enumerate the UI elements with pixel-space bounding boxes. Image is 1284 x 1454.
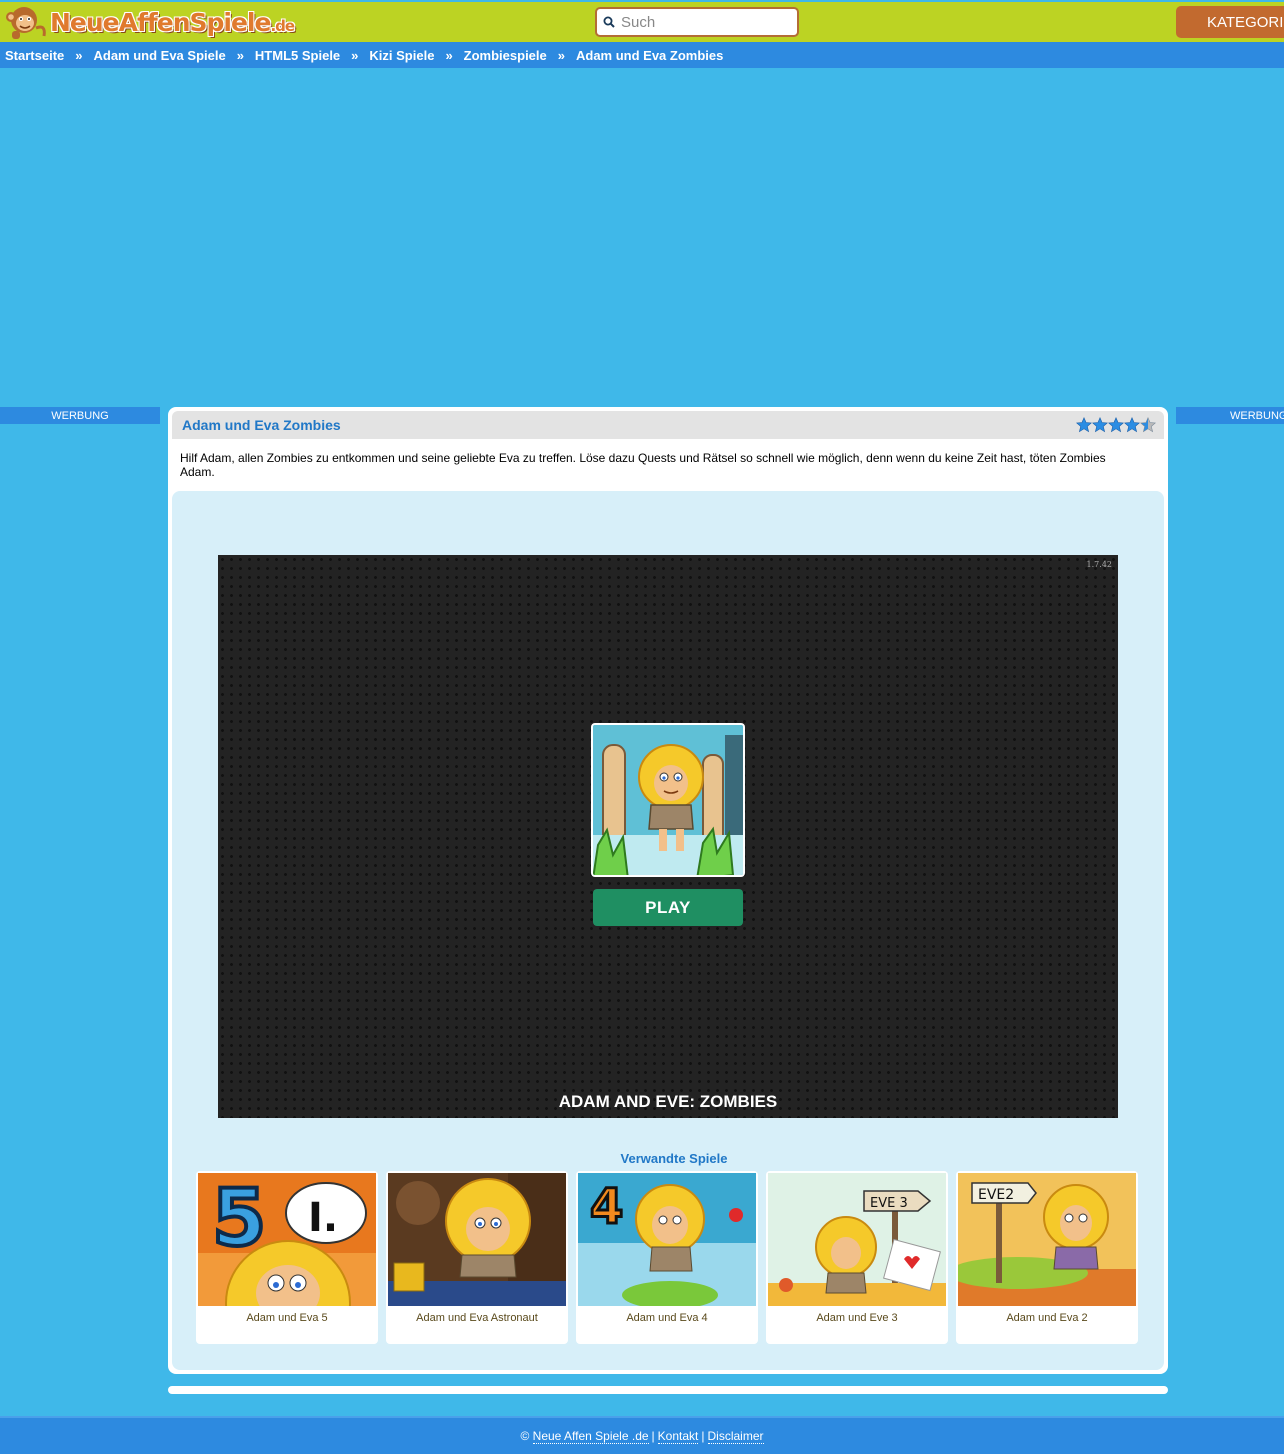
related-game-card[interactable]: EVE 3 Adam und Eve 3 [766,1171,948,1344]
footer-separator: | [651,1429,655,1443]
related-game-thumbnail[interactable]: 4 [578,1173,756,1306]
star-icon[interactable] [1108,417,1124,433]
copyright-symbol: © [520,1429,530,1443]
related-game-card[interactable]: 4 Adam und Eva 4 [576,1171,758,1344]
ad-label-right: WERBUNG [1176,407,1284,424]
breadcrumb-link-current[interactable]: Adam und Eva Zombies [576,48,723,63]
monkey-logo-icon [6,7,46,39]
related-badge-secondary: I. [308,1195,338,1241]
categories-menu-button[interactable]: KATEGORIEN [1176,6,1284,38]
search-box [595,7,799,37]
search-icon[interactable] [603,16,615,28]
breadcrumb-separator: » [75,47,83,63]
site-logo[interactable]: NeueAffenSpiele.de [2,4,295,40]
star-icon[interactable] [1092,417,1108,433]
related-game-card[interactable]: Adam und Eva Astronaut [386,1171,568,1344]
footer-separator: | [701,1429,705,1443]
related-game-label[interactable]: Adam und Eva 5 [198,1312,376,1324]
star-half-icon[interactable] [1140,417,1156,433]
related-game-label[interactable]: Adam und Eva 4 [578,1312,756,1324]
breadcrumb-link-html5[interactable]: HTML5 Spiele [255,48,340,63]
ad-label-left: WERBUNG [0,407,160,424]
categories-menu-label: KATEGORIEN [1207,13,1284,31]
site-footer: © Neue Affen Spiele .de | Kontakt | Disc… [0,1416,1284,1454]
related-game-thumbnail[interactable]: 5 I. [198,1173,376,1306]
game-description: Hilf Adam, allen Zombies zu entkommen un… [180,451,1106,479]
breadcrumb-separator: » [557,47,565,63]
game-title-bar: Adam und Eva Zombies [172,411,1164,439]
breadcrumb-separator: » [236,47,244,63]
related-game-thumbnail[interactable] [388,1173,566,1306]
related-games-title: Verwandte Spiele [620,1151,728,1166]
related-game-card[interactable]: EVE2 Adam und Eva 2 [956,1171,1138,1344]
star-icon[interactable] [1076,417,1092,433]
related-game-thumbnail[interactable]: EVE 3 [768,1173,946,1306]
play-button[interactable]: PLAY [593,889,743,926]
breadcrumb-link-kizi[interactable]: Kizi Spiele [369,48,434,63]
game-thumbnail [591,723,745,877]
star-icon[interactable] [1124,417,1140,433]
breadcrumb-separator: » [351,47,359,63]
rating-stars[interactable] [1076,417,1156,433]
related-game-card[interactable]: 5 I. Adam und Eva 5 [196,1171,378,1344]
breadcrumb: Startseite » Adam und Eva Spiele » HTML5… [0,42,1284,68]
game-version: 1.7.42 [1086,560,1112,569]
content-divider [168,1386,1168,1394]
footer-link-disclaimer[interactable]: Disclaimer [707,1429,764,1444]
adam-zombie-image [593,725,743,875]
search-input[interactable] [621,13,791,31]
breadcrumb-link-home[interactable]: Startseite [5,48,64,63]
related-badge: 4 [590,1179,623,1235]
game-canvas[interactable]: 1.7.42 PLAY ADAM AND EVE: ZOMBIES [218,555,1118,1118]
game-area: 1.7.42 PLAY ADAM AND EVE: ZOMBIES Verwan… [172,491,1164,1370]
breadcrumb-separator: » [445,47,453,63]
related-game-thumbnail[interactable]: EVE2 [958,1173,1136,1306]
breadcrumb-link-adam-eva[interactable]: Adam und Eva Spiele [93,48,225,63]
related-sign: EVE 3 [870,1196,908,1211]
footer-link-contact[interactable]: Kontakt [657,1429,699,1444]
game-title: Adam und Eva Zombies [182,417,341,433]
related-game-label[interactable]: Adam und Eva Astronaut [388,1312,566,1324]
top-header: NeueAffenSpiele.de KATEGORIEN [0,0,1284,42]
footer-link-home[interactable]: Neue Affen Spiele .de [532,1429,649,1444]
related-sign: EVE2 [978,1187,1014,1203]
related-game-label[interactable]: Adam und Eve 3 [768,1312,946,1324]
game-canvas-title: ADAM AND EVE: ZOMBIES [558,1092,778,1111]
game-card: Adam und Eva Zombies Hilf Adam, allen Zo… [168,407,1168,1374]
related-game-label[interactable]: Adam und Eva 2 [958,1312,1136,1324]
logo-wordmark: NeueAffenSpiele.de [50,7,295,37]
related-games-list: 5 I. Adam und Eva 5 Adam und Eva Astrona… [196,1171,1146,1344]
breadcrumb-link-zombie[interactable]: Zombiespiele [464,48,547,63]
